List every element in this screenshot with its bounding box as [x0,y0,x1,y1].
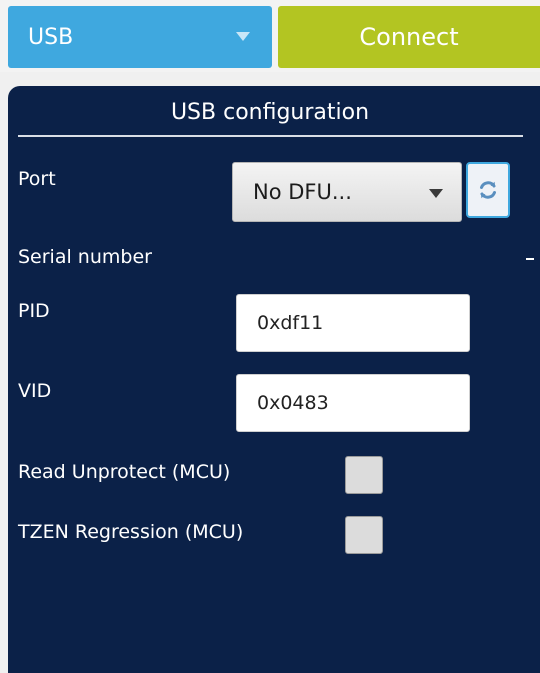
panel-title: USB configuration [170,100,370,125]
connect-button-label: Connect [359,23,459,51]
chevron-down-icon [236,32,250,41]
serial-number-label: Serial number [18,246,152,268]
read-unprotect-checkbox[interactable] [345,456,383,494]
port-label: Port [18,168,56,190]
port-select[interactable]: No DFU... [232,162,462,222]
refresh-button[interactable] [466,162,510,218]
port-select-value: No DFU... [253,180,352,204]
chevron-down-icon [429,189,443,198]
pid-label: PID [18,300,50,322]
interface-select[interactable]: USB [8,6,272,68]
tzen-regression-checkbox[interactable] [345,516,383,554]
serial-number-value [526,258,534,260]
usb-configuration-panel: USB configuration Port No DFU... Serial … [8,86,540,673]
connect-button[interactable]: Connect [278,6,540,68]
refresh-icon [480,181,496,199]
read-unprotect-label: Read Unprotect (MCU) [18,461,231,483]
vid-input[interactable] [236,374,470,432]
vid-label: VID [18,380,52,402]
tzen-regression-label: TZEN Regression (MCU) [18,521,244,543]
top-toolbar: USB Connect [0,0,540,72]
title-divider [18,135,523,137]
interface-select-value: USB [28,24,74,50]
pid-input[interactable] [236,294,470,352]
